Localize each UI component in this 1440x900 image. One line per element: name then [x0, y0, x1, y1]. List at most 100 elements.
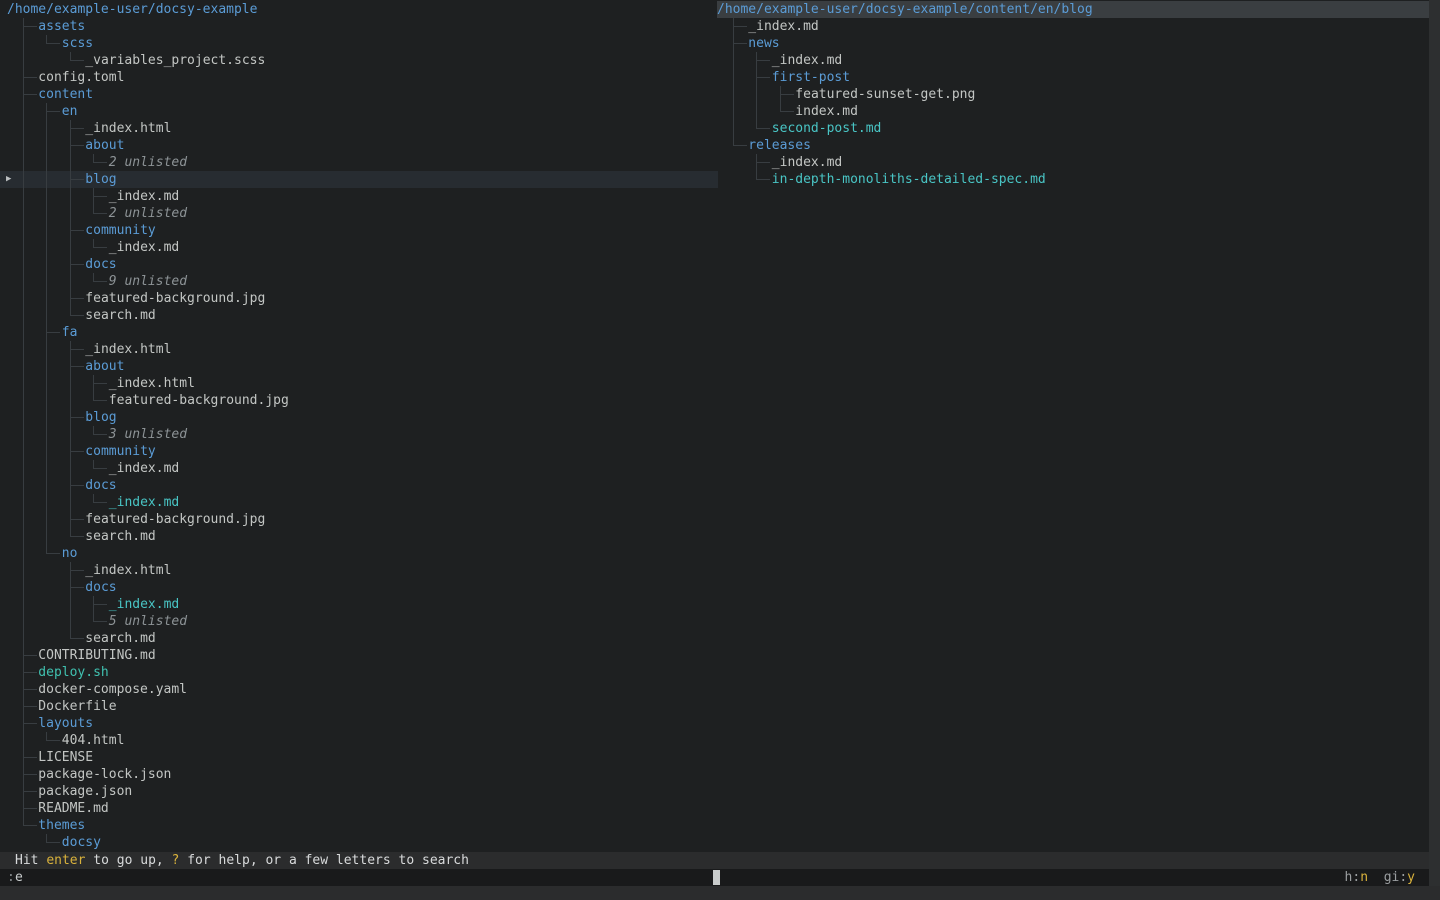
- tree-row-label: _index.md: [109, 239, 179, 256]
- tree-row-scss[interactable]: scss: [0, 35, 718, 52]
- tree-row-community[interactable]: community: [0, 222, 718, 239]
- tree-row-license[interactable]: LICENSE: [0, 749, 718, 766]
- tree-row-content[interactable]: content: [0, 86, 718, 103]
- tree-row-label: themes: [38, 817, 85, 834]
- tree-guide: [46, 732, 60, 741]
- tree-row-package-lock-json[interactable]: package-lock.json: [0, 766, 718, 783]
- tree-row-first-post[interactable]: first-post: [717, 69, 1429, 86]
- tree-row-label: community: [85, 222, 155, 239]
- tree-guide: [780, 103, 794, 112]
- tree-row-dockerfile[interactable]: Dockerfile: [0, 698, 718, 715]
- tree-row-blog[interactable]: ▶blog: [0, 171, 718, 188]
- tree-row--index-html[interactable]: _index.html: [0, 562, 718, 579]
- tree-row-deploy-sh[interactable]: deploy.sh: [0, 664, 718, 681]
- terminal-scrollbar-track[interactable]: [1429, 0, 1440, 900]
- left-panel: /home/example-user/docsy-example assetss…: [0, 1, 718, 851]
- tree-row-fa[interactable]: fa: [0, 324, 718, 341]
- tree-row-featured-sunset-get-png[interactable]: featured-sunset-get.png: [717, 86, 1429, 103]
- tree-guide: [756, 103, 757, 120]
- tree-row-featured-background-jpg[interactable]: featured-background.jpg: [0, 511, 718, 528]
- tree-guide: [70, 460, 71, 477]
- tree-row-search-md[interactable]: search.md: [0, 307, 718, 324]
- tree-row-label: search.md: [85, 307, 155, 324]
- tree-row-2-unlisted[interactable]: 2 unlisted: [0, 154, 718, 171]
- tree-row-blog[interactable]: blog: [0, 409, 718, 426]
- tree-row--variables-project-scss[interactable]: _variables_project.scss: [0, 52, 718, 69]
- tree-row--index-md[interactable]: _index.md: [0, 239, 718, 256]
- tree-guide: [23, 426, 24, 443]
- tree-guide: [46, 324, 60, 333]
- tree-row-news[interactable]: news: [717, 35, 1429, 52]
- tree-row-label: _index.md: [772, 154, 842, 171]
- left-panel-path-header[interactable]: /home/example-user/docsy-example: [0, 1, 718, 18]
- tree-row-in-depth-monoliths-detailed-spec-md[interactable]: in-depth-monoliths-detailed-spec.md: [717, 171, 1429, 188]
- command-input-bar[interactable]: : e h:n gi:y: [0, 869, 1429, 886]
- tree-row-themes[interactable]: themes: [0, 817, 718, 834]
- tree-guide: [70, 630, 84, 639]
- tree-row-index-md[interactable]: index.md: [717, 103, 1429, 120]
- tree-row--index-md[interactable]: _index.md: [717, 18, 1429, 35]
- tree-row--index-md[interactable]: _index.md: [0, 494, 718, 511]
- tree-guide: [46, 103, 60, 112]
- tree-row-assets[interactable]: assets: [0, 18, 718, 35]
- tree-row-about[interactable]: about: [0, 137, 718, 154]
- tree-row-docs[interactable]: docs: [0, 256, 718, 273]
- tree-row-search-md[interactable]: search.md: [0, 528, 718, 545]
- tree-row-layouts[interactable]: layouts: [0, 715, 718, 732]
- tree-row-package-json[interactable]: package.json: [0, 783, 718, 800]
- tree-row-no[interactable]: no: [0, 545, 718, 562]
- tree-row-en[interactable]: en: [0, 103, 718, 120]
- tree-row-second-post-md[interactable]: second-post.md: [717, 120, 1429, 137]
- tree-row-docsy[interactable]: docsy: [0, 834, 718, 851]
- tree-guide: [46, 426, 47, 443]
- tree-row--index-md[interactable]: _index.md: [0, 596, 718, 613]
- tree-row--index-html[interactable]: _index.html: [0, 375, 718, 392]
- tree-guide: [46, 834, 60, 843]
- tree-row-releases[interactable]: releases: [717, 137, 1429, 154]
- tree-row-label: scss: [62, 35, 93, 52]
- tree-row-5-unlisted[interactable]: 5 unlisted: [0, 613, 718, 630]
- tree-row--index-html[interactable]: _index.html: [0, 120, 718, 137]
- input-prompt-colon: :: [7, 869, 15, 886]
- tree-row--index-md[interactable]: _index.md: [0, 460, 718, 477]
- tree-guide: [46, 443, 47, 460]
- tree-row-label: releases: [748, 137, 811, 154]
- tree-guide: [70, 562, 84, 571]
- tree-row-docs[interactable]: docs: [0, 477, 718, 494]
- tree-row--index-md[interactable]: _index.md: [717, 154, 1429, 171]
- tree-row-2-unlisted[interactable]: 2 unlisted: [0, 205, 718, 222]
- tree-row-contributing-md[interactable]: CONTRIBUTING.md: [0, 647, 718, 664]
- text-cursor: [713, 870, 720, 885]
- tree-row-docker-compose-yaml[interactable]: docker-compose.yaml: [0, 681, 718, 698]
- tree-guide: [23, 409, 24, 426]
- tree-row-label: blog: [85, 171, 116, 188]
- tree-row-featured-background-jpg[interactable]: featured-background.jpg: [0, 290, 718, 307]
- tree-row-404-html[interactable]: 404.html: [0, 732, 718, 749]
- tree-guide: [23, 562, 24, 579]
- tree-row--index-html[interactable]: _index.html: [0, 341, 718, 358]
- tree-row-readme-md[interactable]: README.md: [0, 800, 718, 817]
- tree-row-docs[interactable]: docs: [0, 579, 718, 596]
- tree-row-9-unlisted[interactable]: 9 unlisted: [0, 273, 718, 290]
- tree-row-about[interactable]: about: [0, 358, 718, 375]
- tree-row-3-unlisted[interactable]: 3 unlisted: [0, 426, 718, 443]
- tree-row-label: _index.html: [109, 375, 195, 392]
- flag-gitignore-label: gi:: [1384, 870, 1407, 885]
- tree-row-search-md[interactable]: search.md: [0, 630, 718, 647]
- tree-guide: [93, 154, 107, 163]
- tree-guide: [23, 154, 24, 171]
- tree-guide: [23, 698, 37, 707]
- tree-row-community[interactable]: community: [0, 443, 718, 460]
- tree-guide: [23, 35, 24, 52]
- tree-row--index-md[interactable]: _index.md: [0, 188, 718, 205]
- tree-guide: [93, 392, 107, 401]
- tree-guide: [23, 817, 37, 826]
- tree-guide: [46, 171, 47, 188]
- tree-row-config-toml[interactable]: config.toml: [0, 69, 718, 86]
- tree-row-featured-background-jpg[interactable]: featured-background.jpg: [0, 392, 718, 409]
- right-panel-path-header[interactable]: /home/example-user/docsy-example/content…: [717, 1, 1429, 18]
- tree-guide: [23, 664, 37, 673]
- tree-row-label: search.md: [85, 528, 155, 545]
- tree-guide: [23, 341, 24, 358]
- tree-row--index-md[interactable]: _index.md: [717, 52, 1429, 69]
